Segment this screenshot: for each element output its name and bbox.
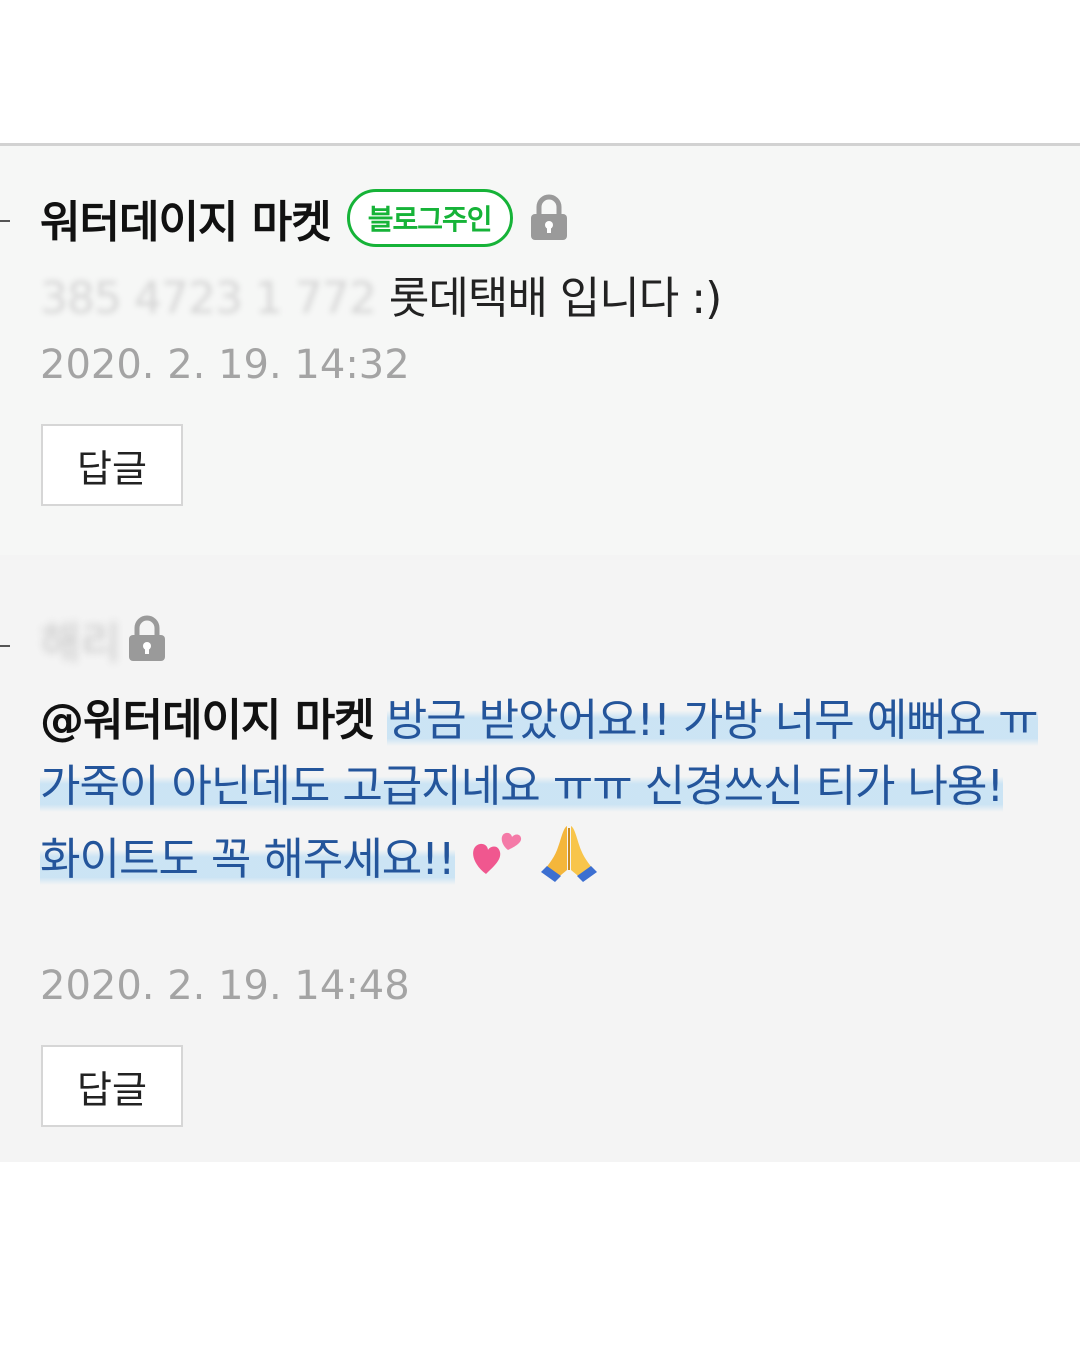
comment-timestamp: 2020. 2. 19. 14:32 <box>40 342 410 388</box>
two-hearts-icon <box>468 824 524 899</box>
comment-text-line-1: 방금 받았어요!! 가방 너무 예뻐요 ㅠ <box>386 695 1039 746</box>
mention-link[interactable]: @워터데이지 마켓 <box>40 695 375 746</box>
lock-icon <box>529 194 569 242</box>
comment-text-line-2: 가죽이 아닌데도 고급지네요 ㅠㅠ 신경쓰신 티가 나용! <box>40 761 1004 812</box>
comment-text: 롯데택배 입니다 :) <box>388 273 722 324</box>
comment-item: 워터데이지 마켓 블로그주인 385 4723 1 772 롯데택배 입니다 :… <box>0 146 1080 555</box>
top-blank-area <box>0 0 1080 143</box>
bottom-blank-area <box>0 1162 1080 1346</box>
thread-line <box>0 220 10 222</box>
comment-line: 화이트도 꼭 해주세요!! <box>40 820 1080 903</box>
folded-hands-icon <box>537 820 601 903</box>
author-name-redacted[interactable]: 해리 <box>40 607 121 671</box>
comment-header: 워터데이지 마켓 블로그주인 <box>40 186 569 250</box>
comment-body: @워터데이지 마켓 방금 받았어요!! 가방 너무 예뻐요 ㅠ 가죽이 아닌데도… <box>40 688 1080 903</box>
comment-line: 가죽이 아닌데도 고급지네요 ㅠㅠ 신경쓰신 티가 나용! <box>40 754 1080 820</box>
blog-owner-badge: 블로그주인 <box>346 189 513 247</box>
comment-header: 해리 <box>40 607 167 671</box>
comment-line: @워터데이지 마켓 방금 받았어요!! 가방 너무 예뻐요 ㅠ <box>40 688 1080 754</box>
thread-line <box>0 645 10 647</box>
lock-icon <box>127 615 167 663</box>
comment-text-line-3: 화이트도 꼭 해주세요!! <box>40 833 456 885</box>
comment-timestamp: 2020. 2. 19. 14:48 <box>40 963 410 1009</box>
comment-body: 385 4723 1 772 롯데택배 입니다 :) <box>40 266 722 332</box>
author-name[interactable]: 워터데이지 마켓 <box>40 186 332 250</box>
reply-button[interactable]: 답글 <box>41 1045 183 1127</box>
comment-item: 해리 @워터데이지 마켓 방금 받았어요!! 가방 너무 예뻐요 ㅠ 가죽이 아… <box>0 555 1080 1162</box>
tracking-number-redacted: 385 4723 1 772 <box>40 273 377 324</box>
reply-button[interactable]: 답글 <box>41 424 183 506</box>
